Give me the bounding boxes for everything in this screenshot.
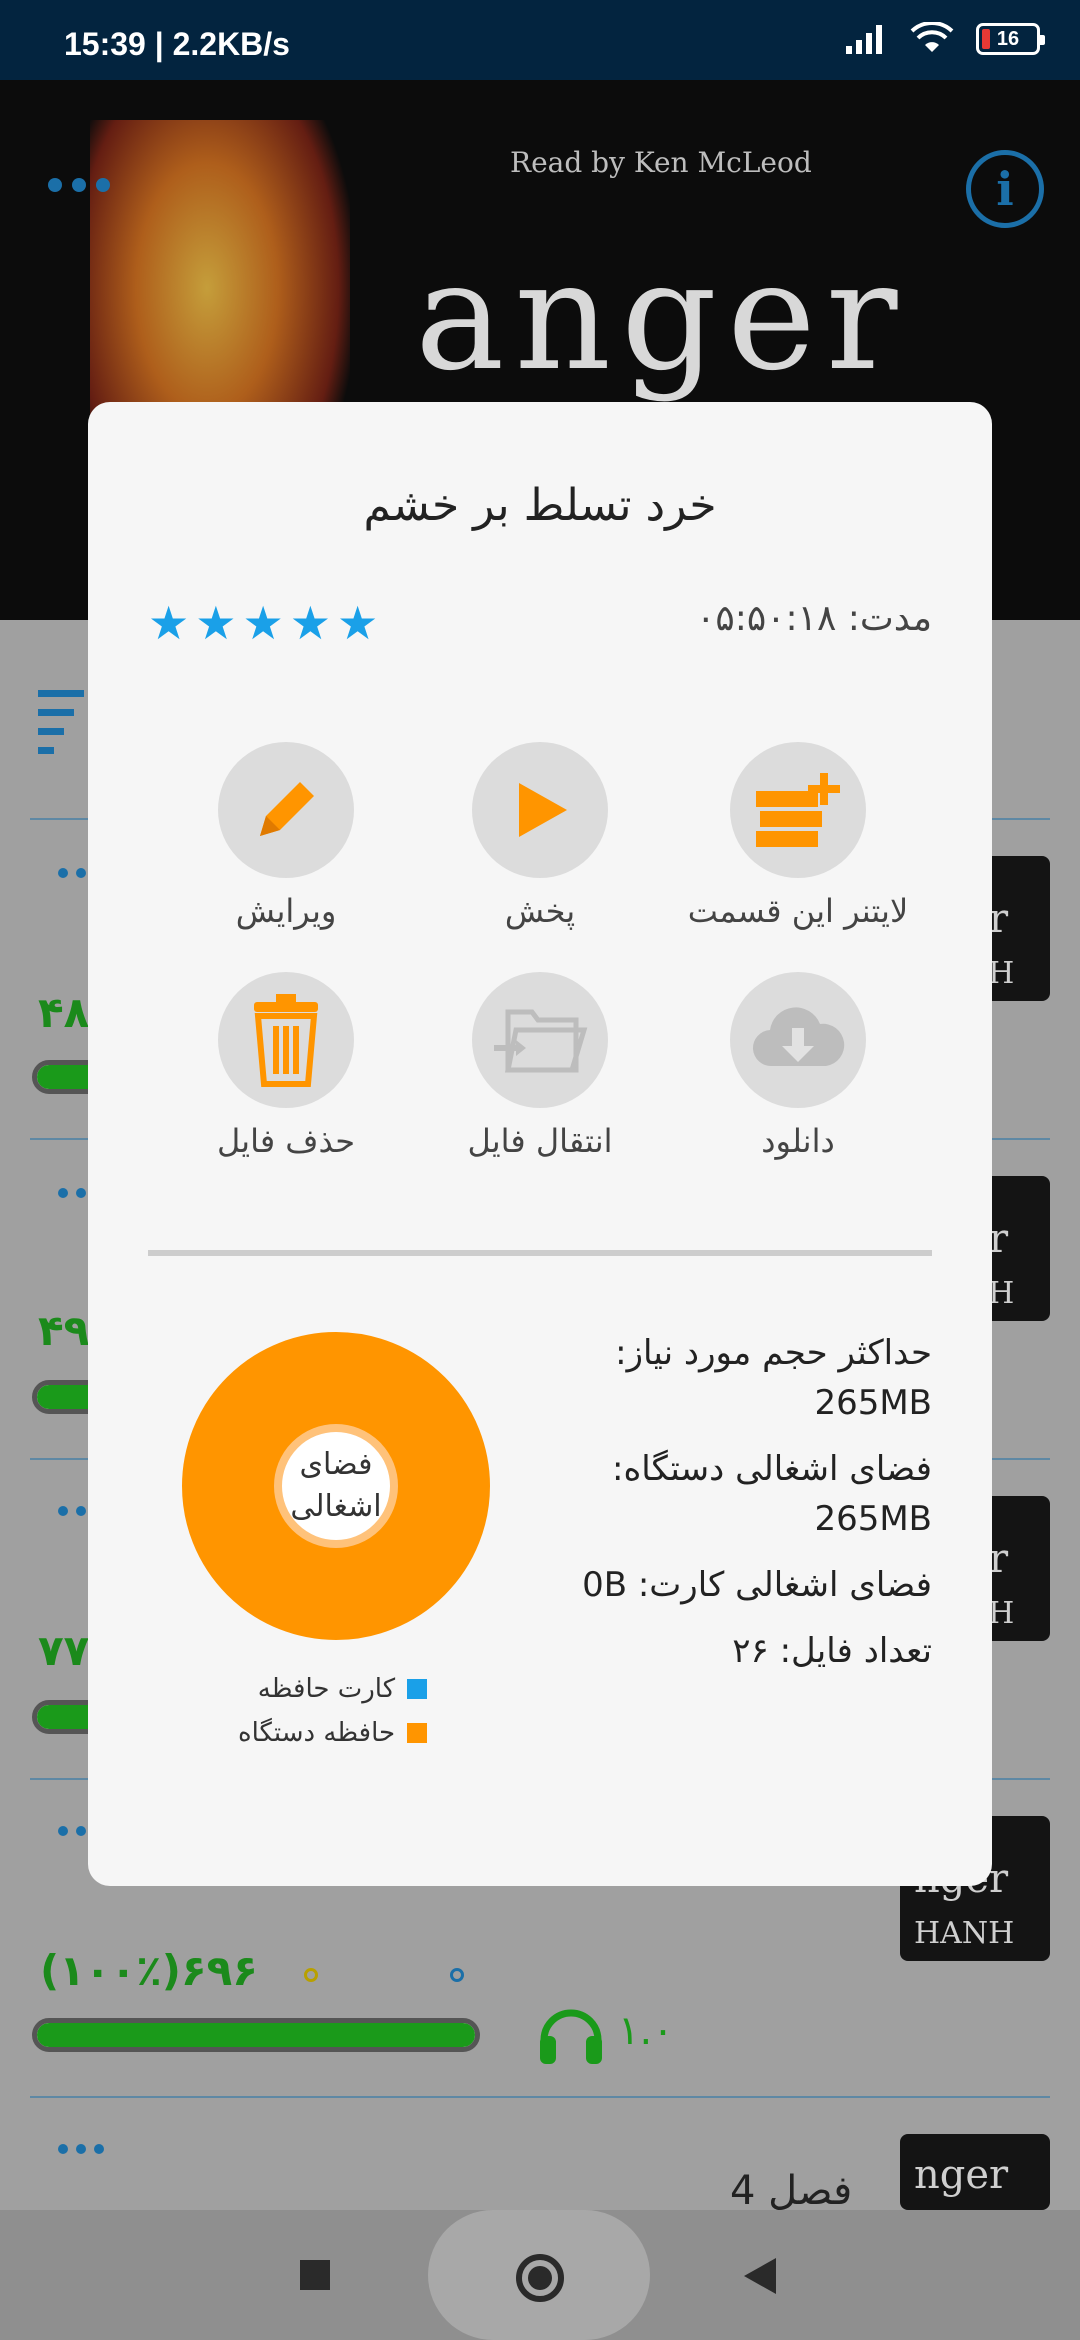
legend-label: حافظه دستگاه [238,1718,396,1748]
trash-icon [254,994,318,1087]
row-divider [30,2096,1050,2098]
home-button[interactable] [516,2254,564,2302]
star-icon[interactable]: ★ [195,600,236,646]
chart-legend: کارت حافظه حافظه دستگاه [238,1674,428,1762]
play-circle [472,742,608,878]
row-count: ۴۹ [38,1306,90,1355]
battery-icon: 16 [976,23,1045,55]
move-file-button[interactable]: انتقال فایل [410,972,670,1160]
download-label: دانلود [761,1122,835,1160]
folder-move-icon [494,1009,588,1073]
thumb-title: nger [914,2152,1009,2198]
cover-title: anger [415,230,908,404]
leitner-button[interactable]: لایتنر این قسمت [668,742,928,930]
donut-center-label: فضای اشغالی [290,1447,382,1524]
more-menu-icon[interactable] [48,178,110,192]
cover-read-by: Read by Ken McLeod [510,146,812,179]
rating-stars[interactable]: ★ ★ ★ ★ ★ [148,600,378,646]
download-circle [730,972,866,1108]
status-icons: 16 [844,22,1045,56]
card-used-info: فضای اشغالی کارت: 0B [582,1565,932,1605]
play-label: پخش [504,892,576,930]
edit-circle [218,742,354,878]
delete-circle [218,972,354,1108]
edit-button[interactable]: ویرایش [156,742,416,930]
device-used-info: فضای اشغالی دستگاه: 265MB [512,1444,932,1544]
star-icon[interactable]: ★ [148,600,189,646]
play-button[interactable]: پخش [410,742,670,930]
device-used-value: 265MB [814,1499,932,1539]
file-info-dialog: خرد تسلط بر خشم ★ ★ ★ ★ ★ مدت: ۰۵:۵۰:۱۸ ویرا… [88,402,992,1886]
status-time: 15:39 | 2.2KB/s [64,26,290,62]
star-icon[interactable]: ★ [290,600,331,646]
info-icon[interactable]: i [966,150,1044,228]
chapter-title: فصل 4 [730,2168,853,2214]
row-count: ۶۹۶(۱۰۰٪) [40,1946,258,1995]
dialog-title: خرد تسلط بر خشم [363,480,717,531]
signal-icon [846,25,882,54]
status-bar: 15:39 | 2.2KB/s 16 [0,0,1080,80]
legend-swatch-device [407,1723,428,1743]
row-count: ۴۸ [38,988,90,1037]
max-size-label: حداکثر حجم مورد نیاز: [615,1333,932,1373]
headphones-icon[interactable] [536,2000,606,2066]
storage-donut-chart: فضای اشغالی [182,1332,490,1640]
thumb-author: HANH [914,1916,1015,1951]
max-size-info: حداکثر حجم مورد نیاز: 265MB [512,1328,932,1428]
legend-swatch-card [407,1679,428,1699]
back-button[interactable] [744,2258,776,2294]
move-file-label: انتقال فایل [467,1122,613,1160]
legend-item: کارت حافظه [238,1674,428,1704]
play-icon [519,783,567,837]
duration-text: مدت: ۰۵:۵۰:۱۸ [696,598,932,639]
pencil-icon [260,782,314,836]
device-used-label: فضای اشغالی دستگاه: [611,1449,932,1489]
section-divider [148,1250,932,1256]
system-nav-bar [0,2210,1080,2340]
storage-info: حداکثر حجم مورد نیاز: 265MB فضای اشغالی … [512,1328,932,1692]
row-menu-icon[interactable] [58,2144,104,2154]
file-count-info: تعداد فایل: ۲۶ [732,1631,932,1671]
star-icon[interactable]: ★ [337,600,378,646]
leitner-add-icon [756,773,840,847]
row-count: ۷۷ [38,1626,90,1675]
max-size-value: 265MB [814,1383,932,1423]
row-dot-blue [450,1968,464,1982]
download-button[interactable]: دانلود [668,972,928,1160]
delete-file-label: حذف فایل [216,1122,356,1160]
cloud-download-icon [752,1007,845,1067]
star-icon[interactable]: ★ [243,600,284,646]
row-progress-bar [32,2018,480,2052]
delete-file-button[interactable]: حذف فایل [156,972,416,1160]
row-dot-yellow [304,1968,318,1982]
leitner-label: لایتنر این قسمت [687,892,909,930]
chapter-thumbnail[interactable]: nger [900,2134,1050,2210]
legend-label: کارت حافظه [257,1674,396,1704]
sort-icon[interactable] [38,690,84,766]
battery-level: 16 [996,27,1020,50]
move-circle [472,972,608,1108]
legend-item: حافظه دستگاه [238,1718,428,1748]
leitner-circle [730,742,866,878]
edit-label: ویرایش [235,892,337,930]
wifi-icon [910,22,954,52]
playback-speed: ۱.۰ [618,2008,674,2054]
recents-button[interactable] [300,2260,330,2290]
